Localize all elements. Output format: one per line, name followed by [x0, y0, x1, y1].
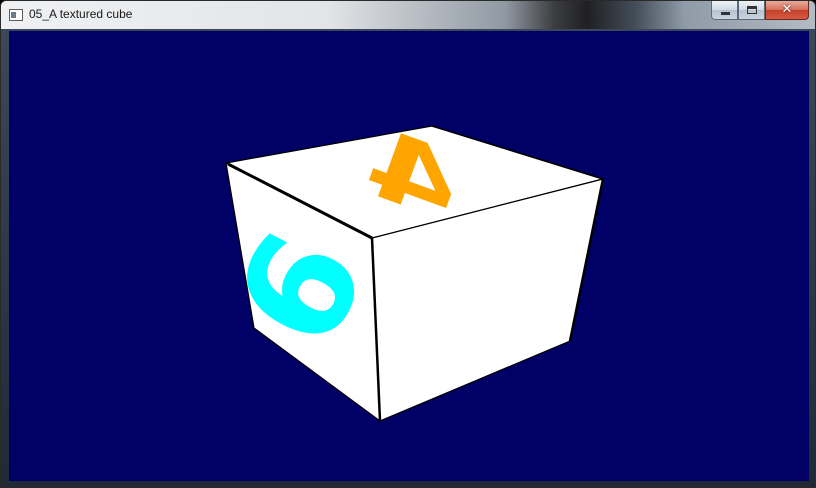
minimize-button[interactable]	[711, 1, 738, 20]
title-bar[interactable]: 05_A textured cube ✕	[1, 1, 815, 29]
window-title: 05_A textured cube	[29, 7, 133, 21]
render-viewport[interactable]: 4 6	[9, 31, 809, 481]
application-window: 05_A textured cube ✕ 4 6	[0, 0, 816, 488]
close-button[interactable]: ✕	[765, 1, 809, 20]
maximize-button[interactable]	[738, 1, 765, 20]
minimize-icon	[721, 12, 730, 15]
caption-buttons: ✕	[711, 1, 809, 21]
app-window-icon[interactable]	[9, 9, 23, 21]
close-icon: ✕	[781, 2, 793, 17]
cube-scene: 4 6	[225, 125, 605, 422]
maximize-icon	[747, 6, 757, 14]
